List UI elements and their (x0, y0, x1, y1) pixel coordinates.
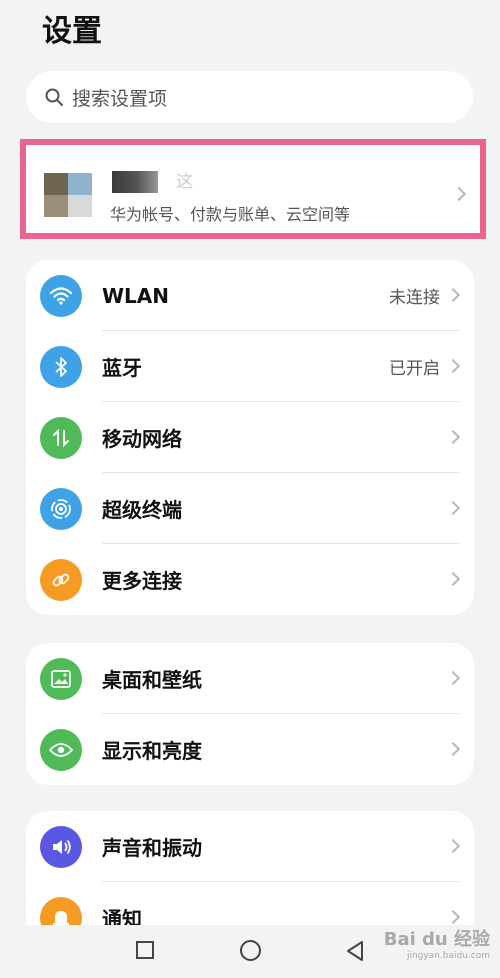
chevron-right-icon (451, 186, 467, 202)
watermark-text: Bai du 经验 (383, 929, 490, 950)
chevron-right-icon (445, 741, 461, 757)
chevron-right-icon (445, 429, 461, 445)
item-value: 已开启 (389, 359, 440, 379)
settings-item-super-device[interactable]: 超级终端 (26, 473, 474, 544)
item-label: 更多连接 (102, 569, 182, 593)
chevron-right-icon (445, 670, 461, 686)
watermark: Bai du 经验 jingyan.baidu.com (384, 925, 490, 961)
chevron-right-icon (445, 358, 461, 374)
settings-item-sound-vibration[interactable]: 声音和振动 (26, 811, 474, 882)
item-value: 未连接 (389, 288, 440, 308)
item-label: 蓝牙 (102, 356, 142, 380)
mobile-data-icon (40, 416, 82, 459)
item-label: 移动网络 (102, 427, 182, 451)
settings-item-mobile-network[interactable]: 移动网络 (26, 402, 474, 473)
chevron-right-icon (445, 838, 461, 854)
item-label: 声音和振动 (102, 836, 202, 860)
back-button[interactable] (345, 940, 365, 962)
volume-icon (40, 825, 82, 868)
settings-item-bluetooth[interactable]: 蓝牙 已开启 (26, 331, 474, 402)
item-label: 桌面和壁纸 (102, 668, 202, 692)
display-group: 桌面和壁纸 显示和亮度 (26, 643, 474, 785)
account-name-tail: 这 (176, 172, 193, 192)
connectivity-group: WLAN 未连接 蓝牙 已开启 移动网络 超级终端 更多连接 (26, 260, 474, 615)
watermark-sub: jingyan.baidu.com (406, 951, 490, 961)
settings-item-wlan[interactable]: WLAN 未连接 (26, 260, 474, 331)
account-card[interactable]: 这 华为帐号、付款与账单、云空间等 (20, 139, 486, 239)
eye-icon (40, 728, 82, 771)
item-label: WLAN (102, 283, 170, 308)
chevron-right-icon (445, 287, 461, 303)
settings-item-display-brightness[interactable]: 显示和亮度 (26, 714, 474, 785)
chevron-right-icon (445, 571, 461, 587)
search-bar[interactable]: 搜索设置项 (26, 71, 473, 123)
search-placeholder: 搜索设置项 (72, 87, 168, 110)
item-label: 超级终端 (102, 498, 182, 522)
link-icon (40, 558, 82, 601)
account-subtitle: 华为帐号、付款与账单、云空间等 (110, 205, 351, 224)
home-button[interactable] (240, 940, 261, 961)
page-title: 设置 (42, 14, 102, 49)
search-icon (45, 88, 63, 106)
chevron-right-icon (445, 500, 461, 516)
settings-item-wallpaper[interactable]: 桌面和壁纸 (26, 643, 474, 714)
super-device-icon (40, 487, 82, 530)
bluetooth-icon (40, 345, 82, 388)
recent-apps-button[interactable] (136, 941, 154, 959)
wallpaper-icon (40, 657, 82, 700)
account-name-redacted (112, 171, 158, 193)
chevron-right-icon (445, 909, 461, 925)
item-label: 显示和亮度 (102, 739, 202, 763)
settings-item-more-connections[interactable]: 更多连接 (26, 544, 474, 615)
avatar (44, 173, 92, 217)
wifi-icon (40, 274, 82, 317)
